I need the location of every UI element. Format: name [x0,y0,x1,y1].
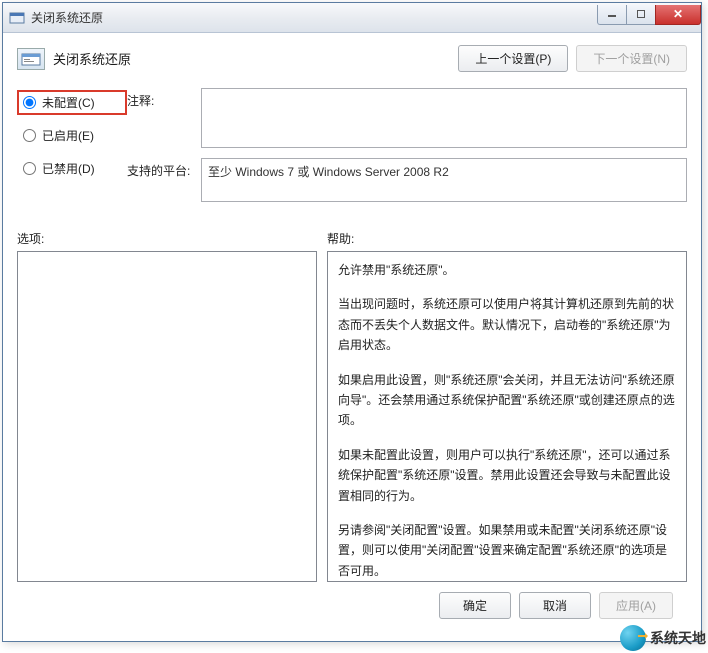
policy-icon [17,48,45,70]
options-label: 选项: [17,230,327,247]
platform-row: 支持的平台: 至少 Windows 7 或 Windows Server 200… [127,158,687,202]
help-pane[interactable]: 允许禁用"系统还原"。当出现问题时，系统还原可以使用户将其计算机还原到先前的状态… [327,251,687,582]
comment-label: 注释: [127,88,201,109]
comment-textarea[interactable] [201,88,687,148]
help-paragraph: 另请参阅"关闭配置"设置。如果禁用或未配置"关闭系统还原"设置，则可以使用"关闭… [338,520,676,581]
dialog-content: 关闭系统还原 上一个设置(P) 下一个设置(N) 未配置(C) 已启用(E) 已… [3,33,701,641]
panes-row: 允许禁用"系统还原"。当出现问题时，系统还原可以使用户将其计算机还原到先前的状态… [17,251,687,582]
ok-button[interactable]: 确定 [439,592,511,619]
config-row: 未配置(C) 已启用(E) 已禁用(D) 注释: 支持的平台: [17,88,687,212]
fields-column: 注释: 支持的平台: 至少 Windows 7 或 Windows Server… [127,88,687,212]
cancel-button[interactable]: 取消 [519,592,591,619]
options-pane [17,251,317,582]
comment-row: 注释: [127,88,687,148]
apply-button: 应用(A) [599,592,673,619]
platform-text: 至少 Windows 7 或 Windows Server 2008 R2 [208,165,449,179]
help-label: 帮助: [327,230,354,247]
previous-setting-button[interactable]: 上一个设置(P) [458,45,568,72]
radio-enabled-input[interactable] [23,129,36,142]
help-paragraph: 允许禁用"系统还原"。 [338,260,676,280]
maximize-button[interactable] [626,5,656,25]
radio-not-configured-input[interactable] [23,96,36,109]
window-title: 关闭系统还原 [31,9,598,26]
radio-enabled-label: 已启用(E) [42,127,94,144]
radio-disabled-label: 已禁用(D) [42,160,95,177]
close-button[interactable]: ✕ [655,5,701,25]
dialog-window: 关闭系统还原 ✕ 关闭系统还原 上一个设置(P) 下一个设置(N) 未配置(C) [2,2,702,642]
titlebar[interactable]: 关闭系统还原 ✕ [3,3,701,33]
pane-labels: 选项: 帮助: [17,230,687,247]
window-icon [9,10,25,26]
globe-icon [620,625,646,651]
platform-label: 支持的平台: [127,158,201,179]
help-paragraph: 如果未配置此设置，则用户可以执行"系统还原"，还可以通过系统保护配置"系统还原"… [338,445,676,506]
help-paragraph: 当出现问题时，系统还原可以使用户将其计算机还原到先前的状态而不丢失个人数据文件。… [338,294,676,355]
help-paragraph: 如果启用此设置，则"系统还原"会关闭，并且无法访问"系统还原向导"。还会禁用通过… [338,370,676,431]
next-setting-button: 下一个设置(N) [576,45,687,72]
watermark-text: 系统天地 [650,628,706,648]
window-buttons: ✕ [598,5,701,27]
radio-disabled-input[interactable] [23,162,36,175]
supported-platforms-box: 至少 Windows 7 或 Windows Server 2008 R2 [201,158,687,202]
watermark: 系统天地 [620,625,706,651]
header-row: 关闭系统还原 上一个设置(P) 下一个设置(N) [17,45,687,72]
nav-buttons: 上一个设置(P) 下一个设置(N) [458,45,687,72]
minimize-button[interactable] [597,5,627,25]
dialog-footer: 确定 取消 应用(A) [17,582,687,629]
radio-not-configured-label: 未配置(C) [42,94,95,111]
state-radio-group: 未配置(C) 已启用(E) 已禁用(D) [17,88,127,189]
radio-disabled[interactable]: 已禁用(D) [17,156,127,181]
radio-enabled[interactable]: 已启用(E) [17,123,127,148]
page-title: 关闭系统还原 [53,49,458,68]
radio-not-configured[interactable]: 未配置(C) [17,90,127,115]
